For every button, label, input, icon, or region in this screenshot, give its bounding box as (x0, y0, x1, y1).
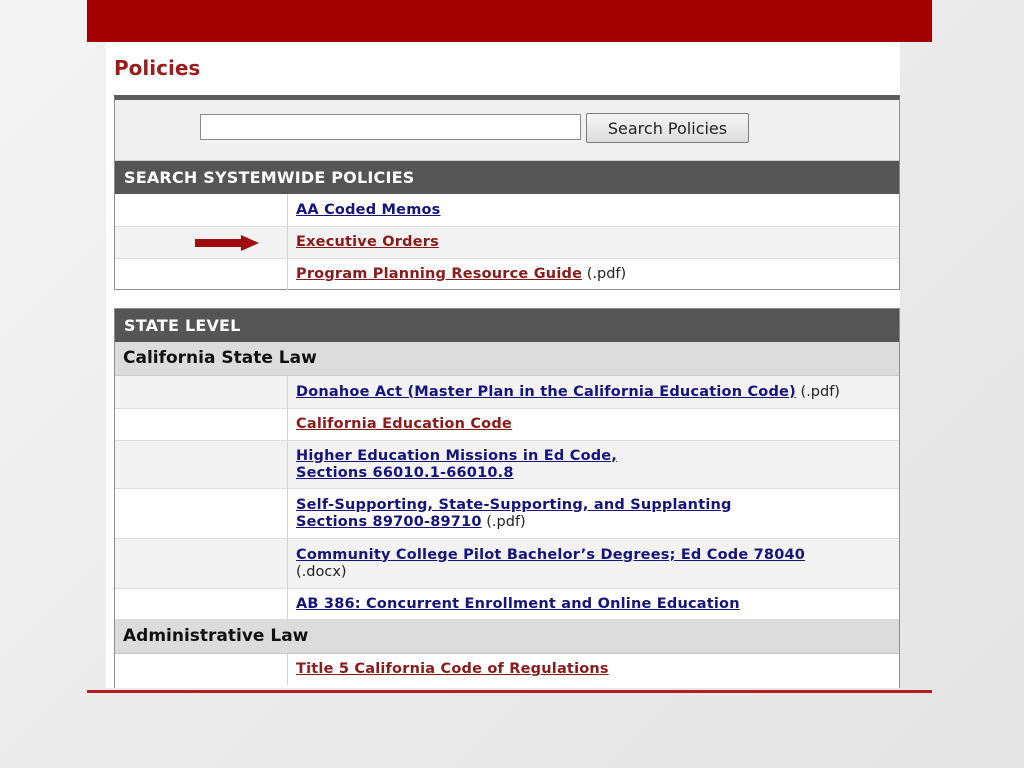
file-type-label: (.docx) (296, 563, 347, 580)
list-item: California Education Code (115, 409, 899, 441)
file-type-label: (.pdf) (582, 266, 627, 282)
policies-panel: Policies Search Policies SEARCH SYSTEMWI… (106, 42, 900, 688)
link-community-college-pilot-bachelors[interactable]: Community College Pilot Bachelor’s Degre… (296, 547, 805, 563)
list-item: Community College Pilot Bachelor’s Degre… (115, 539, 899, 589)
bottom-divider (87, 690, 932, 693)
list-item: Title 5 California Code of Regulations (115, 654, 899, 685)
link-self-supporting-state-supporting[interactable]: Self-Supporting, State-Supporting, and S… (296, 497, 732, 513)
systemwide-policies-box: Search Policies SEARCH SYSTEMWIDE POLICI… (114, 95, 900, 290)
link-donahoe-act[interactable]: Donahoe Act (Master Plan in the Californ… (296, 384, 796, 400)
list-item: AB 386: Concurrent Enrollment and Online… (115, 589, 899, 620)
arrow-right-icon (195, 235, 259, 251)
list-item: Self-Supporting, State-Supporting, and S… (115, 489, 899, 539)
link-ab-386[interactable]: AB 386: Concurrent Enrollment and Online… (296, 596, 740, 612)
search-input[interactable] (200, 114, 581, 140)
link-higher-education-missions[interactable]: Higher Education Missions in Ed Code, (296, 448, 617, 464)
list-item: Higher Education Missions in Ed Code, Se… (115, 441, 899, 489)
link-california-education-code[interactable]: California Education Code (296, 416, 512, 432)
top-banner (87, 0, 932, 42)
list-item: Program Planning Resource Guide (.pdf) (115, 259, 899, 290)
subsection-title-administrative-law: Administrative Law (115, 620, 899, 654)
list-item: AA Coded Memos (115, 194, 899, 227)
list-item: Donahoe Act (Master Plan in the Californ… (115, 376, 899, 409)
section-header-state-level: STATE LEVEL (115, 309, 899, 342)
file-type-label: (.pdf) (481, 513, 526, 530)
search-policies-button[interactable]: Search Policies (586, 113, 749, 143)
page-title: Policies (114, 56, 201, 80)
link-higher-education-missions-sections[interactable]: Sections 66010.1-66010.8 (296, 465, 514, 481)
list-item: Executive Orders (115, 227, 899, 259)
link-executive-orders[interactable]: Executive Orders (296, 234, 439, 250)
link-title-5-ccr[interactable]: Title 5 California Code of Regulations (296, 661, 609, 677)
link-program-planning-resource-guide[interactable]: Program Planning Resource Guide (296, 266, 582, 282)
file-type-label: (.pdf) (795, 383, 840, 400)
subsection-title-california-state-law: California State Law (115, 342, 899, 376)
search-row: Search Policies (115, 100, 899, 161)
link-aa-coded-memos[interactable]: AA Coded Memos (296, 202, 441, 218)
link-self-supporting-sections[interactable]: Sections 89700-89710 (296, 514, 482, 530)
state-level-box: STATE LEVEL California State Law Donahoe… (114, 308, 900, 688)
section-header-systemwide: SEARCH SYSTEMWIDE POLICIES (115, 161, 899, 194)
